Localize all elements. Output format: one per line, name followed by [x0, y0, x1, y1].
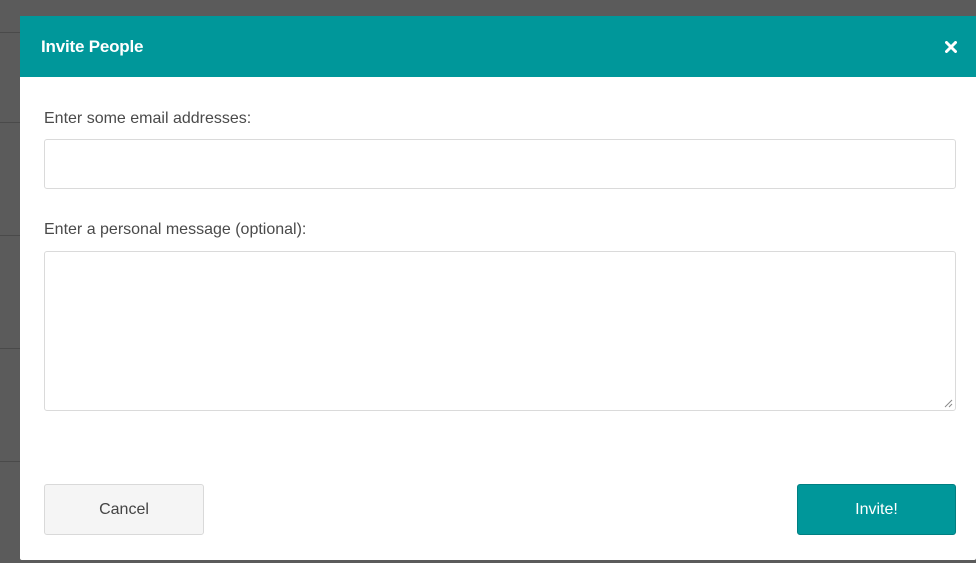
invite-people-dialog: Invite People Enter some email addresses…: [20, 16, 976, 560]
message-label: Enter a personal message (optional):: [44, 221, 307, 238]
dialog-title: Invite People: [41, 36, 144, 56]
email-input[interactable]: [44, 139, 956, 189]
close-icon: [945, 40, 957, 53]
email-label: Enter some email addresses:: [44, 110, 252, 127]
background-divider: [0, 235, 20, 236]
background-divider: [0, 348, 20, 349]
background-divider: [0, 32, 20, 33]
invite-button[interactable]: Invite!: [797, 484, 956, 535]
background-divider: [0, 461, 20, 462]
background-divider: [0, 122, 20, 123]
dialog-header: Invite People: [20, 16, 976, 77]
cancel-button[interactable]: Cancel: [44, 484, 204, 535]
resize-handle-icon[interactable]: [942, 397, 953, 408]
close-button[interactable]: [943, 39, 959, 55]
message-textarea[interactable]: [44, 251, 956, 411]
